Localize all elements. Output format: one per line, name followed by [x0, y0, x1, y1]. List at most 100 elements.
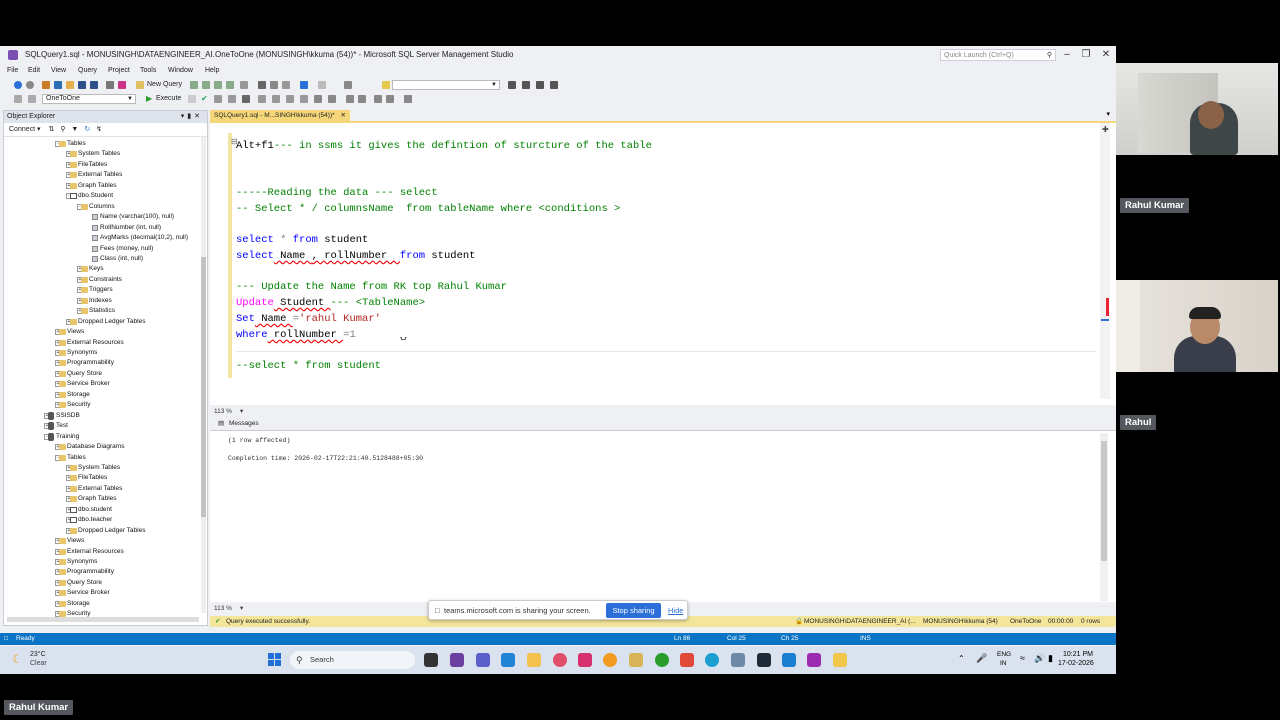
tree-node[interactable]: + FileTables [66, 160, 107, 170]
increase-indent-icon[interactable] [386, 95, 394, 103]
tree-node[interactable]: + Storage [55, 599, 90, 609]
folder-open-icon[interactable] [66, 81, 74, 89]
cancel-query-icon[interactable] [188, 95, 196, 103]
object-explorer-hscrollbar[interactable] [7, 617, 199, 622]
tree-node[interactable]: + Constraints [77, 275, 122, 285]
tree-node[interactable]: + Dropped Ledger Tables [66, 317, 145, 327]
tree-node[interactable]: + Triggers [77, 285, 113, 295]
debug-icon[interactable] [508, 81, 516, 89]
zoom-level[interactable]: 113 % [214, 407, 232, 417]
menu-project[interactable]: Project [108, 67, 130, 74]
app-icon-8[interactable] [833, 653, 847, 667]
find-combo[interactable]: ▼ [392, 80, 500, 90]
dax-query-icon[interactable] [226, 81, 234, 89]
tree-node[interactable]: - dbo.Student [66, 191, 113, 201]
hide-link[interactable]: Hide [668, 601, 683, 621]
language-region[interactable]: IN [1000, 660, 1007, 667]
tree-node[interactable]: + dbo.student [66, 505, 112, 515]
taskbar-search[interactable]: ⚲ Search [290, 651, 415, 669]
tab-sqlquery1[interactable]: SQLQuery1.sql - M...SINGH\kkuma (54))* ✕ [210, 110, 350, 121]
tab-messages[interactable]: Messages [229, 418, 259, 430]
tree-node[interactable]: + Graph Tables [66, 181, 117, 191]
wifi-icon[interactable]: ≈ [1020, 653, 1025, 663]
task-view-icon[interactable] [424, 653, 438, 667]
chevron-up-icon[interactable]: ✚ [1102, 125, 1109, 134]
tree-node[interactable]: + Views [55, 327, 84, 337]
client-stats-icon[interactable] [328, 95, 336, 103]
tree-node[interactable]: + Synonyms [55, 348, 97, 358]
tree-node[interactable]: + Keys [77, 264, 103, 274]
ssms-taskbar-icon[interactable] [450, 653, 464, 667]
refresh-icon[interactable]: ↻ [84, 126, 90, 133]
tree-node[interactable]: + External Resources [55, 547, 124, 557]
tree-node[interactable]: + Indexes [77, 296, 112, 306]
weather-temp[interactable]: 23°C [30, 651, 46, 658]
decrease-indent-icon[interactable] [374, 95, 382, 103]
weather-status[interactable]: Clear [30, 660, 47, 667]
tree-node[interactable]: + dbo.teacher [66, 515, 112, 525]
dmx-query-icon[interactable] [202, 81, 210, 89]
parse-icon[interactable]: ✔ [201, 94, 208, 103]
close-icon[interactable]: ✕ [340, 112, 345, 119]
messages-scrollbar[interactable] [1100, 433, 1108, 601]
save-icon[interactable] [78, 81, 86, 89]
instagram-icon[interactable] [578, 653, 592, 667]
results-to-file-icon[interactable] [242, 95, 250, 103]
sql-file-icon[interactable] [118, 81, 126, 89]
tree-node[interactable]: + External Resources [55, 338, 124, 348]
new-project-icon[interactable] [42, 81, 50, 89]
options-icon[interactable] [550, 81, 558, 89]
file-explorer-icon[interactable] [527, 653, 541, 667]
zoom-level[interactable]: 113 % [214, 603, 232, 615]
vscode-icon[interactable] [782, 653, 796, 667]
stop-sharing-button[interactable]: Stop sharing [606, 603, 661, 618]
tree-node[interactable]: + Test [44, 421, 68, 431]
language-code[interactable]: ENG [997, 651, 1011, 658]
microphone-icon[interactable]: 🎤 [976, 653, 987, 664]
tree-node[interactable]: + Service Broker [55, 588, 110, 598]
query-editor[interactable]: ⊟ Alt+f1--- in ssms it gives the definti… [210, 121, 1116, 417]
outlook-icon[interactable] [501, 653, 515, 667]
tree-node[interactable]: + System Tables [66, 463, 120, 473]
undo-list-icon[interactable] [106, 81, 114, 89]
tree-node[interactable]: - Tables [55, 453, 86, 463]
tree-node[interactable]: - Columns [77, 202, 115, 212]
connect-icon[interactable]: ⇅ [49, 126, 55, 133]
undo-icon[interactable] [300, 81, 308, 89]
tree-node[interactable]: + Service Broker [55, 379, 110, 389]
chevron-down-icon[interactable]: ▾ [37, 126, 41, 133]
connect-icon[interactable] [14, 95, 22, 103]
edge-icon[interactable] [705, 653, 719, 667]
tree-node[interactable]: + External Tables [66, 484, 122, 494]
find-icon[interactable] [382, 81, 390, 89]
terminal-icon[interactable] [757, 653, 771, 667]
mdx-query-icon[interactable] [190, 81, 198, 89]
live-stats-icon[interactable] [314, 95, 322, 103]
quick-launch-input[interactable]: Quick Launch (Ctrl+Q) ⚲ [940, 49, 1056, 61]
chevron-down-icon[interactable]: ▾ [240, 603, 243, 615]
query-options-icon[interactable] [286, 95, 294, 103]
editor-scrollbar[interactable]: ✚ [1100, 123, 1110, 399]
tree-node[interactable]: + Programmability [55, 358, 114, 368]
paste-icon[interactable] [282, 81, 290, 89]
save-all-icon[interactable] [90, 81, 98, 89]
menu-query[interactable]: Query [78, 67, 97, 74]
back-icon[interactable] [14, 81, 22, 89]
tree-node[interactable]: + Query Store [55, 369, 102, 379]
execute-button[interactable]: Execute [156, 95, 181, 102]
teams-icon[interactable] [476, 653, 490, 667]
intellisense-icon[interactable] [272, 95, 280, 103]
object-explorer-scrollbar[interactable] [201, 137, 206, 613]
app-icon-4[interactable] [655, 653, 669, 667]
results-to-text-icon[interactable] [214, 95, 222, 103]
minimize-button[interactable]: – [1058, 46, 1076, 64]
disconnect-icon[interactable]: ⚲ [60, 126, 65, 133]
app-icon-2[interactable] [603, 653, 617, 667]
forward-icon[interactable] [26, 81, 34, 89]
tree-node[interactable]: + Query Store [55, 578, 102, 588]
new-query-button[interactable]: New Query [147, 81, 182, 88]
database-select[interactable]: OneToOne ▼ [42, 94, 136, 104]
tree-node[interactable]: AvgMarks (decimal(10,2), null) [92, 233, 188, 243]
tree-node[interactable]: Class (int, null) [92, 254, 143, 264]
menu-view[interactable]: View [51, 67, 66, 74]
